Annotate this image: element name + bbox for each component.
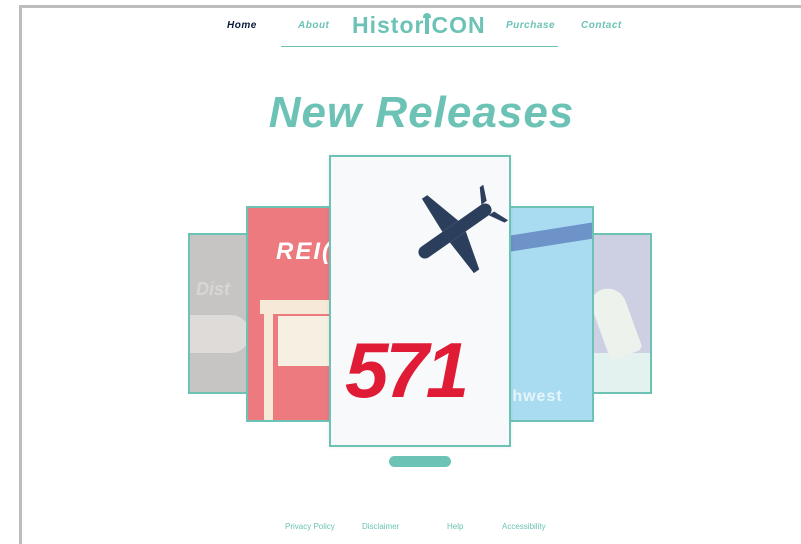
card-art xyxy=(190,315,250,353)
hand-icon xyxy=(592,283,643,361)
nav-purchase-link[interactable]: Purchase xyxy=(506,20,555,31)
footer-accessibility-link[interactable]: Accessibility xyxy=(502,522,546,531)
card-title: Dist xyxy=(196,279,231,299)
footer-disclaimer-link[interactable]: Disclaimer xyxy=(362,522,399,531)
carousel-card-2[interactable]: REI( xyxy=(246,206,334,422)
nav-contact-link[interactable]: Contact xyxy=(581,20,622,31)
logo-text-start: Histor xyxy=(352,12,425,38)
carousel-card-active[interactable]: 571 xyxy=(329,155,511,447)
page-heading: New Releases xyxy=(268,88,575,137)
card-art xyxy=(264,314,273,420)
window-frame-left xyxy=(19,5,22,544)
site-logo[interactable]: Histor CON xyxy=(352,12,486,39)
card-title: 571 xyxy=(345,326,469,414)
carousel-card-4[interactable]: thwest xyxy=(506,206,594,422)
card-title: thwest xyxy=(506,388,563,405)
card-art xyxy=(508,218,592,254)
footer-privacy-link[interactable]: Privacy Policy xyxy=(285,522,335,531)
carousel-indicator[interactable] xyxy=(389,456,451,467)
card-art xyxy=(260,300,332,314)
logo-text-end: CON xyxy=(431,12,486,38)
nav-underline xyxy=(281,46,558,47)
carousel-card-5[interactable] xyxy=(590,233,652,394)
logo-i-icon xyxy=(423,13,432,34)
footer-help-link[interactable]: Help xyxy=(447,522,463,531)
card-title: REI( xyxy=(276,238,332,265)
carousel-card-1[interactable]: Dist xyxy=(188,233,252,394)
nav-about-link[interactable]: About xyxy=(298,20,329,31)
card-art xyxy=(592,353,650,392)
window-frame-top xyxy=(19,5,801,8)
card-art xyxy=(278,316,332,366)
nav-home-link[interactable]: Home xyxy=(227,20,257,31)
airplane-icon xyxy=(418,184,509,274)
